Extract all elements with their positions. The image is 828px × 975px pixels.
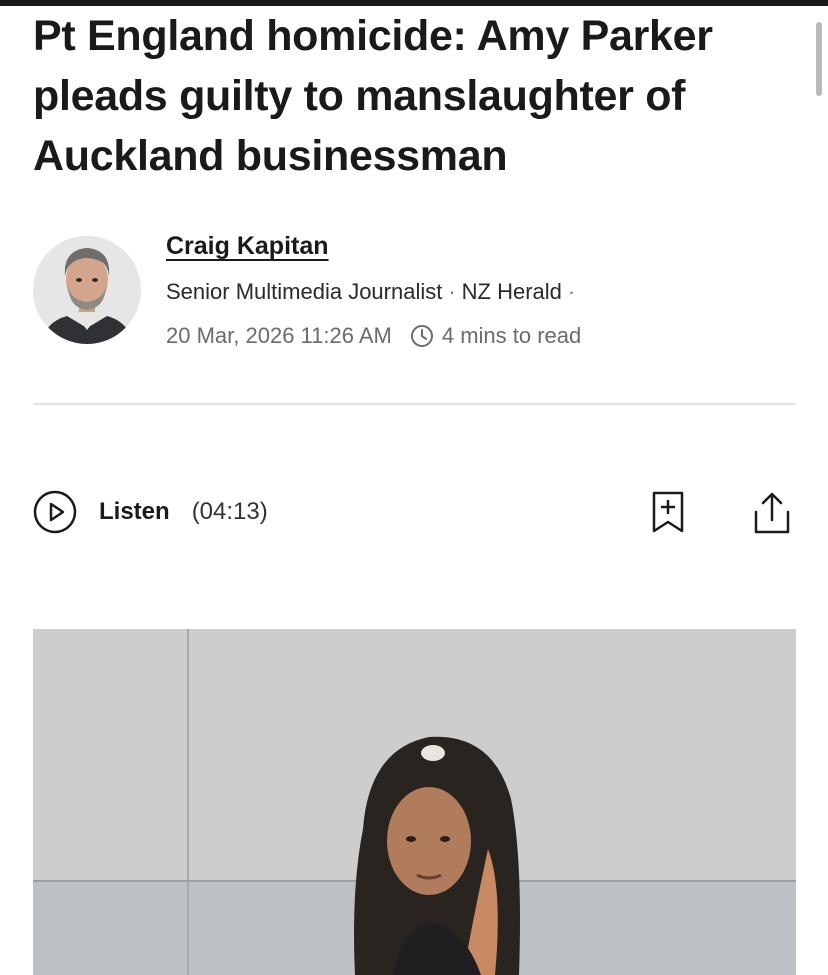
- author-role: Senior Multimedia Journalist: [166, 279, 443, 304]
- publish-date: 20 Mar, 2026 11:26 AM: [166, 323, 392, 348]
- scrollbar[interactable]: [816, 22, 822, 96]
- author-name-link[interactable]: Craig Kapitan: [166, 232, 329, 261]
- read-time: 4 mins to read: [441, 323, 582, 348]
- play-circle-icon[interactable]: [33, 490, 77, 534]
- share-icon[interactable]: [750, 490, 794, 536]
- listen-label[interactable]: Listen: [99, 498, 170, 526]
- author-portrait: [33, 236, 141, 344]
- publish-info: 20 Mar, 2026 11:26 AM 4 mins to read: [166, 323, 581, 349]
- meta-separator: ·: [567, 279, 576, 304]
- bookmark-add-icon[interactable]: [650, 490, 686, 534]
- listen-button[interactable]: Listen (04:13): [33, 489, 268, 535]
- article-photo-image: [33, 629, 796, 975]
- article-headline: Pt England homicide: Amy Parker pleads g…: [33, 12, 713, 180]
- author-outlet: NZ Herald: [461, 279, 562, 304]
- meta-separator: ·: [448, 279, 456, 304]
- article-photo[interactable]: [33, 629, 796, 975]
- author-meta: Senior Multimedia Journalist · NZ Herald ·: [166, 279, 581, 305]
- divider: [33, 403, 796, 405]
- audio-duration: (04:13): [191, 498, 268, 525]
- clock-icon: [410, 324, 434, 348]
- author-avatar[interactable]: [33, 236, 141, 344]
